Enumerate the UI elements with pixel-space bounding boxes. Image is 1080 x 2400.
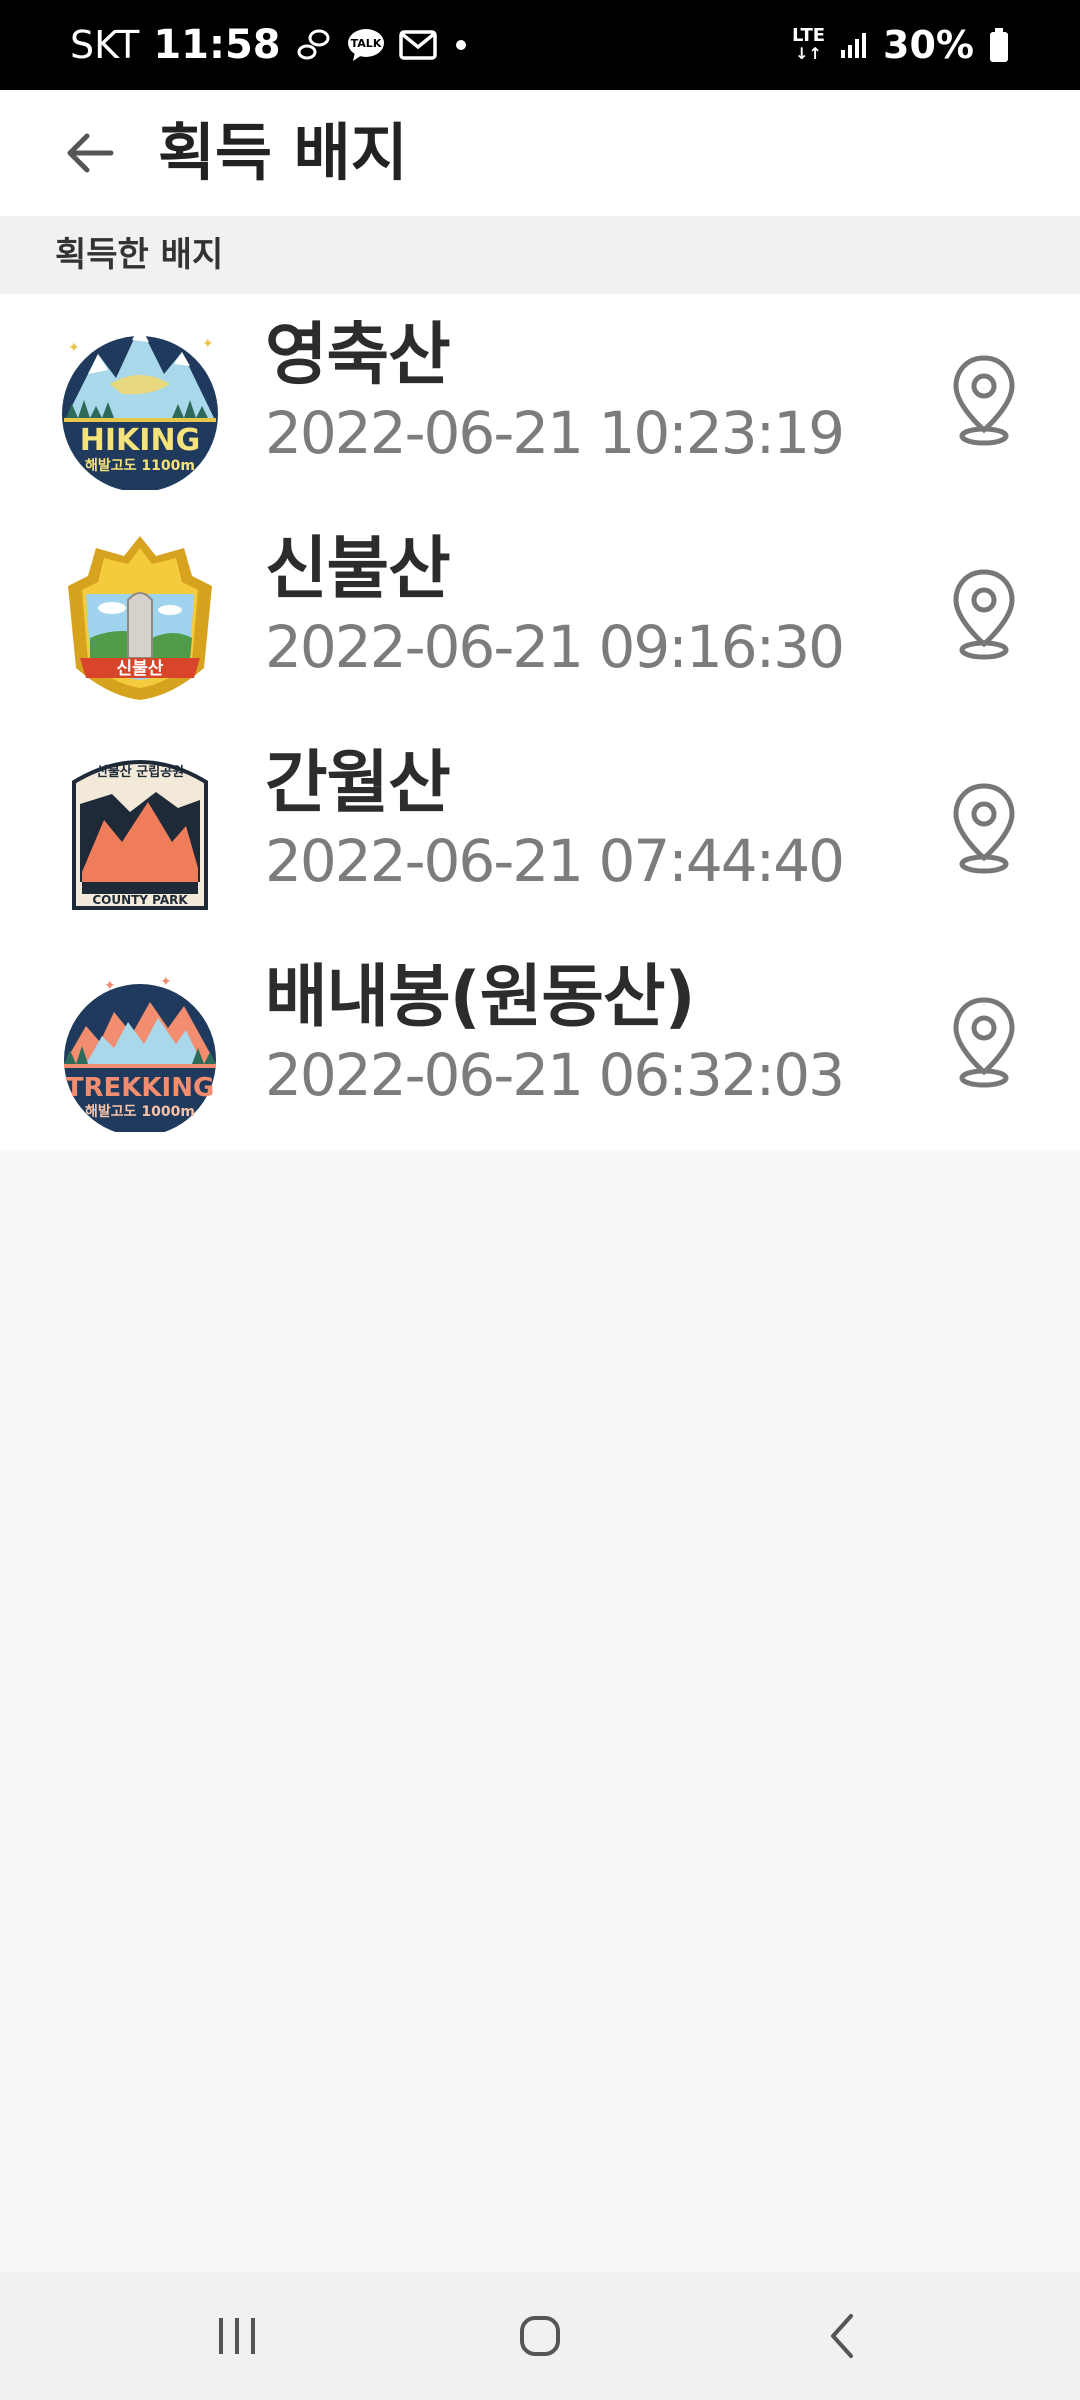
badge-title: HIKING	[80, 423, 200, 458]
badge-date: 2022-06-21 06:32:03	[265, 1041, 845, 1109]
badge-subtitle: 해발고도 1100m	[85, 457, 195, 474]
trekking-badge-icon: TREKKING 해발고도 1000m ✦ ✦	[52, 956, 228, 1136]
recent-apps-icon	[219, 2318, 255, 2354]
svg-text:✦: ✦	[104, 978, 116, 994]
clock: 11:58	[153, 22, 281, 68]
svg-text:✦: ✦	[160, 974, 172, 990]
location-button[interactable]	[944, 992, 1024, 1092]
badge-name: 영축산	[265, 316, 451, 395]
section-title: 획득한 배지	[55, 235, 224, 275]
signal-icon	[839, 30, 869, 60]
status-bar: SKT 11:58 TALK LTE ↓↑ 30%	[0, 0, 1080, 90]
badge-row[interactable]: 신불산 군립공원 COUNTY PARK 간월산 2022-06-21 07:4…	[0, 722, 1080, 936]
map-pin-icon	[953, 355, 1015, 446]
badge-title: TREKKING	[66, 1073, 215, 1103]
back-nav-button[interactable]	[813, 2306, 873, 2366]
svg-text:✦: ✦	[68, 340, 80, 356]
badge-date: 2022-06-21 07:44:40	[265, 827, 845, 895]
badge-row[interactable]: HIKING 해발고도 1100m ✦ ✦ 영축산 2022-06-21 10:…	[0, 294, 1080, 508]
hiking-badge-icon: HIKING 해발고도 1100m ✦ ✦	[52, 314, 228, 492]
badge-title: COUNTY PARK	[92, 893, 188, 907]
badge-name: 배내봉(원동산)	[265, 958, 696, 1037]
badge-subtitle: 해발고도 1000m	[85, 1103, 195, 1120]
badge-date: 2022-06-21 10:23:19	[265, 399, 845, 467]
map-pin-icon	[953, 569, 1015, 660]
home-button[interactable]	[510, 2306, 570, 2366]
location-button[interactable]	[944, 564, 1024, 664]
network-type-label: LTE	[791, 25, 826, 46]
badge-row[interactable]: TREKKING 해발고도 1000m ✦ ✦ 배내봉(원동산) 2022-06…	[0, 936, 1080, 1150]
location-button[interactable]	[944, 778, 1024, 878]
svg-text:TALK: TALK	[350, 37, 381, 50]
svg-text:✦: ✦	[202, 336, 214, 352]
badge-list: HIKING 해발고도 1100m ✦ ✦ 영축산 2022-06-21 10:…	[0, 294, 1080, 1150]
badge-row[interactable]: 신불산 신불산 2022-06-21 09:16:30	[0, 508, 1080, 722]
county-park-badge-icon: 신불산 군립공원 COUNTY PARK	[52, 742, 228, 918]
system-nav-bar	[0, 2272, 1080, 2400]
kakaotalk-icon: TALK	[347, 28, 385, 62]
location-button[interactable]	[944, 350, 1024, 450]
home-icon	[520, 2316, 560, 2356]
map-pin-icon	[953, 783, 1015, 874]
carrier-label: SKT	[70, 23, 140, 67]
back-button[interactable]	[56, 120, 122, 186]
badge-name: 신불산	[265, 530, 451, 609]
badge-title: 신불산	[117, 659, 164, 679]
app-bar: 획득 배지	[0, 90, 1080, 216]
section-header: 획득한 배지	[0, 216, 1080, 294]
map-pin-icon	[953, 997, 1015, 1088]
battery-percent: 30%	[883, 23, 974, 67]
battery-icon	[988, 27, 1010, 63]
badge-date: 2022-06-21 09:16:30	[265, 613, 845, 681]
badge-name: 간월산	[265, 744, 451, 823]
footprint-icon	[295, 26, 333, 64]
dot-icon	[451, 35, 471, 55]
mail-icon	[398, 29, 437, 61]
arrow-left-icon	[67, 133, 114, 173]
chevron-left-icon	[831, 2314, 853, 2358]
badge-subtitle: 신불산 군립공원	[96, 764, 184, 780]
stone-monument-badge-icon: 신불산	[52, 528, 228, 704]
recent-apps-button[interactable]	[207, 2306, 267, 2366]
network-type: LTE ↓↑	[791, 25, 826, 63]
page-title: 획득 배지	[158, 116, 408, 189]
